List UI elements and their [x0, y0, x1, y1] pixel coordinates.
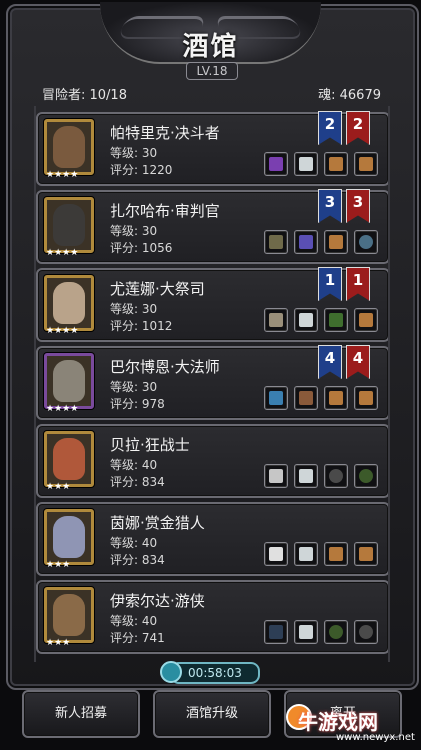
hero-name: 巴尔博恩·大法师: [110, 358, 220, 376]
watermark-brand: 牛游戏网: [298, 710, 378, 734]
hero-portrait: [44, 119, 94, 175]
blue-rank-badge: 1: [318, 267, 342, 301]
hero-portrait: [44, 275, 94, 331]
green-wood-icon[interactable]: [324, 152, 348, 176]
hero-score: 评分: 741: [110, 631, 165, 645]
hero-score: 评分: 834: [110, 553, 165, 567]
blue-armor-icon[interactable]: [294, 308, 318, 332]
green-wood-icon[interactable]: [354, 152, 378, 176]
hero-score: 评分: 1220: [110, 163, 173, 177]
blue-wood-icon[interactable]: [324, 230, 348, 254]
green-ring-icon[interactable]: [354, 464, 378, 488]
blue-staff-icon[interactable]: [264, 308, 288, 332]
hero-name: 尤莲娜·大祭司: [110, 280, 205, 298]
hero-portrait: [44, 353, 94, 409]
green-wood-icon[interactable]: [354, 542, 378, 566]
blue-wood-icon[interactable]: [354, 308, 378, 332]
blue-wand-icon[interactable]: [264, 386, 288, 410]
hero-level: 等级: 30: [110, 146, 158, 160]
timer-text: 00:58:03: [188, 666, 242, 680]
hero-stars: ★★★★: [46, 170, 79, 180]
hero-portrait: [44, 197, 94, 253]
hero-score: 评分: 1056: [110, 241, 173, 255]
watermark-url: www.newyx.net: [336, 732, 415, 743]
blue-ring-icon[interactable]: [354, 230, 378, 254]
hero-card[interactable]: ★★★★ 巴尔博恩·大法师 等级: 30 评分: 978 4 4: [36, 345, 388, 420]
blue-axe-icon[interactable]: [264, 464, 288, 488]
blue-blade-icon[interactable]: [264, 620, 288, 644]
hero-card[interactable]: ★★★ 茵娜·赏金猎人 等级: 40 评分: 834: [36, 502, 388, 576]
hero-score: 评分: 978: [110, 397, 165, 411]
page-title: 酒馆: [182, 32, 239, 62]
blue-ring-icon[interactable]: [324, 464, 348, 488]
hero-score: 评分: 834: [110, 475, 165, 489]
blue-rank-badge: 2: [318, 111, 342, 145]
hero-portrait: [44, 509, 94, 565]
purple-blade-icon[interactable]: [264, 542, 288, 566]
hero-level: 等级: 40: [110, 458, 158, 472]
blue-orb-icon[interactable]: [294, 386, 318, 410]
hero-stars: ★★★: [46, 482, 71, 492]
hero-name: 扎尔哈布·审判官: [110, 202, 220, 220]
hero-score: 评分: 1012: [110, 319, 173, 333]
blue-ring-icon[interactable]: [354, 620, 378, 644]
blue-armor-icon[interactable]: [294, 464, 318, 488]
hero-name: 伊索尔达·游侠: [110, 592, 205, 610]
hero-card[interactable]: ★★★★ 帕特里克·决斗者 等级: 30 评分: 1220 2 2: [36, 111, 388, 186]
hero-name: 帕特里克·决斗者: [110, 124, 220, 142]
hero-level: 等级: 30: [110, 302, 158, 316]
hero-name: 茵娜·赏金猎人: [110, 514, 205, 532]
blue-rank-badge: 3: [318, 189, 342, 223]
hero-stars: ★★★★: [46, 248, 79, 258]
hero-level: 等级: 40: [110, 536, 158, 550]
green-cape-icon[interactable]: [324, 308, 348, 332]
hero-level: 等级: 40: [110, 614, 158, 628]
red-rank-badge: 1: [346, 267, 370, 301]
purple-weapon-icon[interactable]: [264, 152, 288, 176]
hero-stars: ★★★★: [46, 326, 79, 336]
red-rank-badge: 4: [346, 345, 370, 379]
green-armor-icon[interactable]: [294, 542, 318, 566]
recruit-button[interactable]: 新人招募: [22, 690, 140, 738]
hero-stars: ★★★★: [46, 404, 79, 414]
green-hammer-icon[interactable]: [264, 230, 288, 254]
soul-count: 魂: 46679: [318, 88, 381, 103]
hero-portrait: [44, 587, 94, 643]
blue-armor-icon[interactable]: [294, 620, 318, 644]
tavern-level: LV.18: [186, 62, 238, 80]
refresh-timer: 00:58:03: [160, 661, 260, 684]
clock-icon: [160, 661, 182, 683]
green-armor-icon[interactable]: [294, 152, 318, 176]
red-rank-badge: 2: [346, 111, 370, 145]
green-ring-icon[interactable]: [324, 620, 348, 644]
hero-level: 等级: 30: [110, 224, 158, 238]
hero-stars: ★★★: [46, 560, 71, 570]
blue-wood-icon[interactable]: [324, 386, 348, 410]
upgrade-tavern-button[interactable]: 酒馆升级: [153, 690, 271, 738]
hero-level: 等级: 30: [110, 380, 158, 394]
hero-list[interactable]: ★★★★ 帕特里克·决斗者 等级: 30 评分: 1220 2 2 ★★★★ 扎…: [34, 106, 390, 662]
hero-card[interactable]: ★★★ 伊索尔达·游侠 等级: 40 评分: 741: [36, 580, 388, 654]
purple-potion-icon[interactable]: [294, 230, 318, 254]
hero-card[interactable]: ★★★★ 尤莲娜·大祭司 等级: 30 评分: 1012 1 1: [36, 267, 388, 342]
hero-portrait: [44, 431, 94, 487]
blue-wood-icon[interactable]: [324, 542, 348, 566]
hero-name: 贝拉·狂战士: [110, 436, 190, 454]
blue-rank-badge: 4: [318, 345, 342, 379]
hero-stars: ★★★: [46, 638, 71, 648]
hero-card[interactable]: ★★★★ 扎尔哈布·审判官 等级: 30 评分: 1056 3 3: [36, 189, 388, 264]
red-rank-badge: 3: [346, 189, 370, 223]
adventurer-count: 冒险者: 10/18: [42, 88, 127, 103]
purple-wood-icon[interactable]: [354, 386, 378, 410]
hero-card[interactable]: ★★★ 贝拉·狂战士 等级: 40 评分: 834: [36, 424, 388, 498]
